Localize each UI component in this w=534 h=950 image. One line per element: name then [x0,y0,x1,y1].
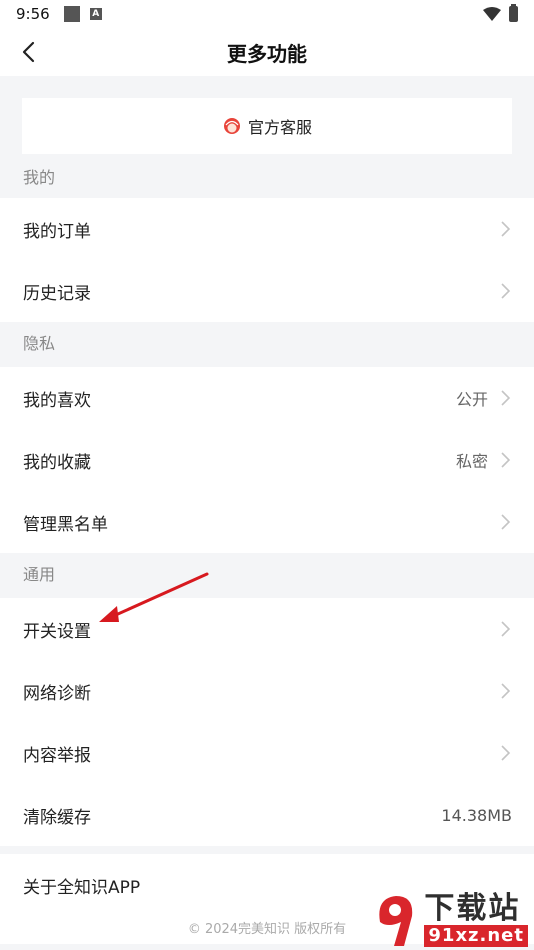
chevron-right-icon [501,621,511,637]
chevron-right-icon [501,221,511,237]
row-my-favorites[interactable]: 我的收藏 私密 [0,429,534,491]
watermark-url: 91xz.net [424,925,528,947]
divider [0,846,534,854]
row-content-report[interactable]: 内容举报 [0,722,534,784]
row-history[interactable]: 历史记录 [0,260,534,322]
section-title-mine: 我的 [23,168,56,187]
chevron-right-icon [501,390,511,406]
row-value: 私密 [455,452,488,471]
customer-service-label: 官方客服 [247,118,312,137]
back-button[interactable] [14,38,42,66]
section-title-privacy: 隐私 [23,334,56,353]
row-my-orders[interactable]: 我的订单 [0,198,534,260]
watermark-logo-icon [379,896,413,946]
cache-size: 14.38MB [441,805,512,825]
row-switch-settings[interactable]: 开关设置 [0,598,534,660]
row-label: 内容举报 [23,745,91,766]
row-label: 网络诊断 [23,683,91,704]
chevron-right-icon [501,683,511,699]
row-label: 关于全知识APP [23,877,141,898]
row-label: 清除缓存 [23,807,91,828]
row-label: 历史记录 [23,283,91,304]
customer-service-avatar-icon [223,118,240,134]
wifi-icon [483,7,501,21]
row-label: 我的喜欢 [23,390,91,411]
customer-service-button[interactable]: 官方客服 [22,98,512,154]
row-label: 开关设置 [23,621,91,642]
status-time: 9:56 [16,5,50,23]
chevron-right-icon [501,514,511,530]
chevron-right-icon [501,283,511,299]
status-right [483,4,518,22]
watermark: 下载站 91xz.net [374,892,528,948]
a-badge-icon: A [89,8,102,20]
watermark-brand: 下载站 [424,891,521,926]
watermark-text: 下载站 91xz.net [424,893,528,947]
status-bar: 9:56 A [0,0,534,28]
group-privacy: 我的喜欢 公开 我的收藏 私密 管理黑名单 [0,367,534,553]
row-label: 管理黑名单 [23,514,108,535]
group-general: 开关设置 网络诊断 内容举报 清除缓存 14.38MB [0,598,534,846]
row-clear-cache[interactable]: 清除缓存 14.38MB [0,784,534,846]
notification-icon [63,6,80,22]
row-network-diagnosis[interactable]: 网络诊断 [0,660,534,722]
section-title-general: 通用 [23,565,56,584]
row-label: 我的收藏 [23,452,91,473]
row-value: 公开 [455,390,488,409]
battery-icon [509,4,518,22]
chevron-right-icon [501,452,511,468]
header: 更多功能 [0,28,534,76]
row-my-likes[interactable]: 我的喜欢 公开 [0,367,534,429]
page-title: 更多功能 [227,41,307,66]
group-mine: 我的订单 历史记录 [0,198,534,322]
row-label: 我的订单 [23,221,91,242]
chevron-left-icon [22,41,35,63]
customer-service-wrap: 官方客服 [0,76,534,168]
row-blacklist[interactable]: 管理黑名单 [0,491,534,553]
chevron-right-icon [501,745,511,761]
